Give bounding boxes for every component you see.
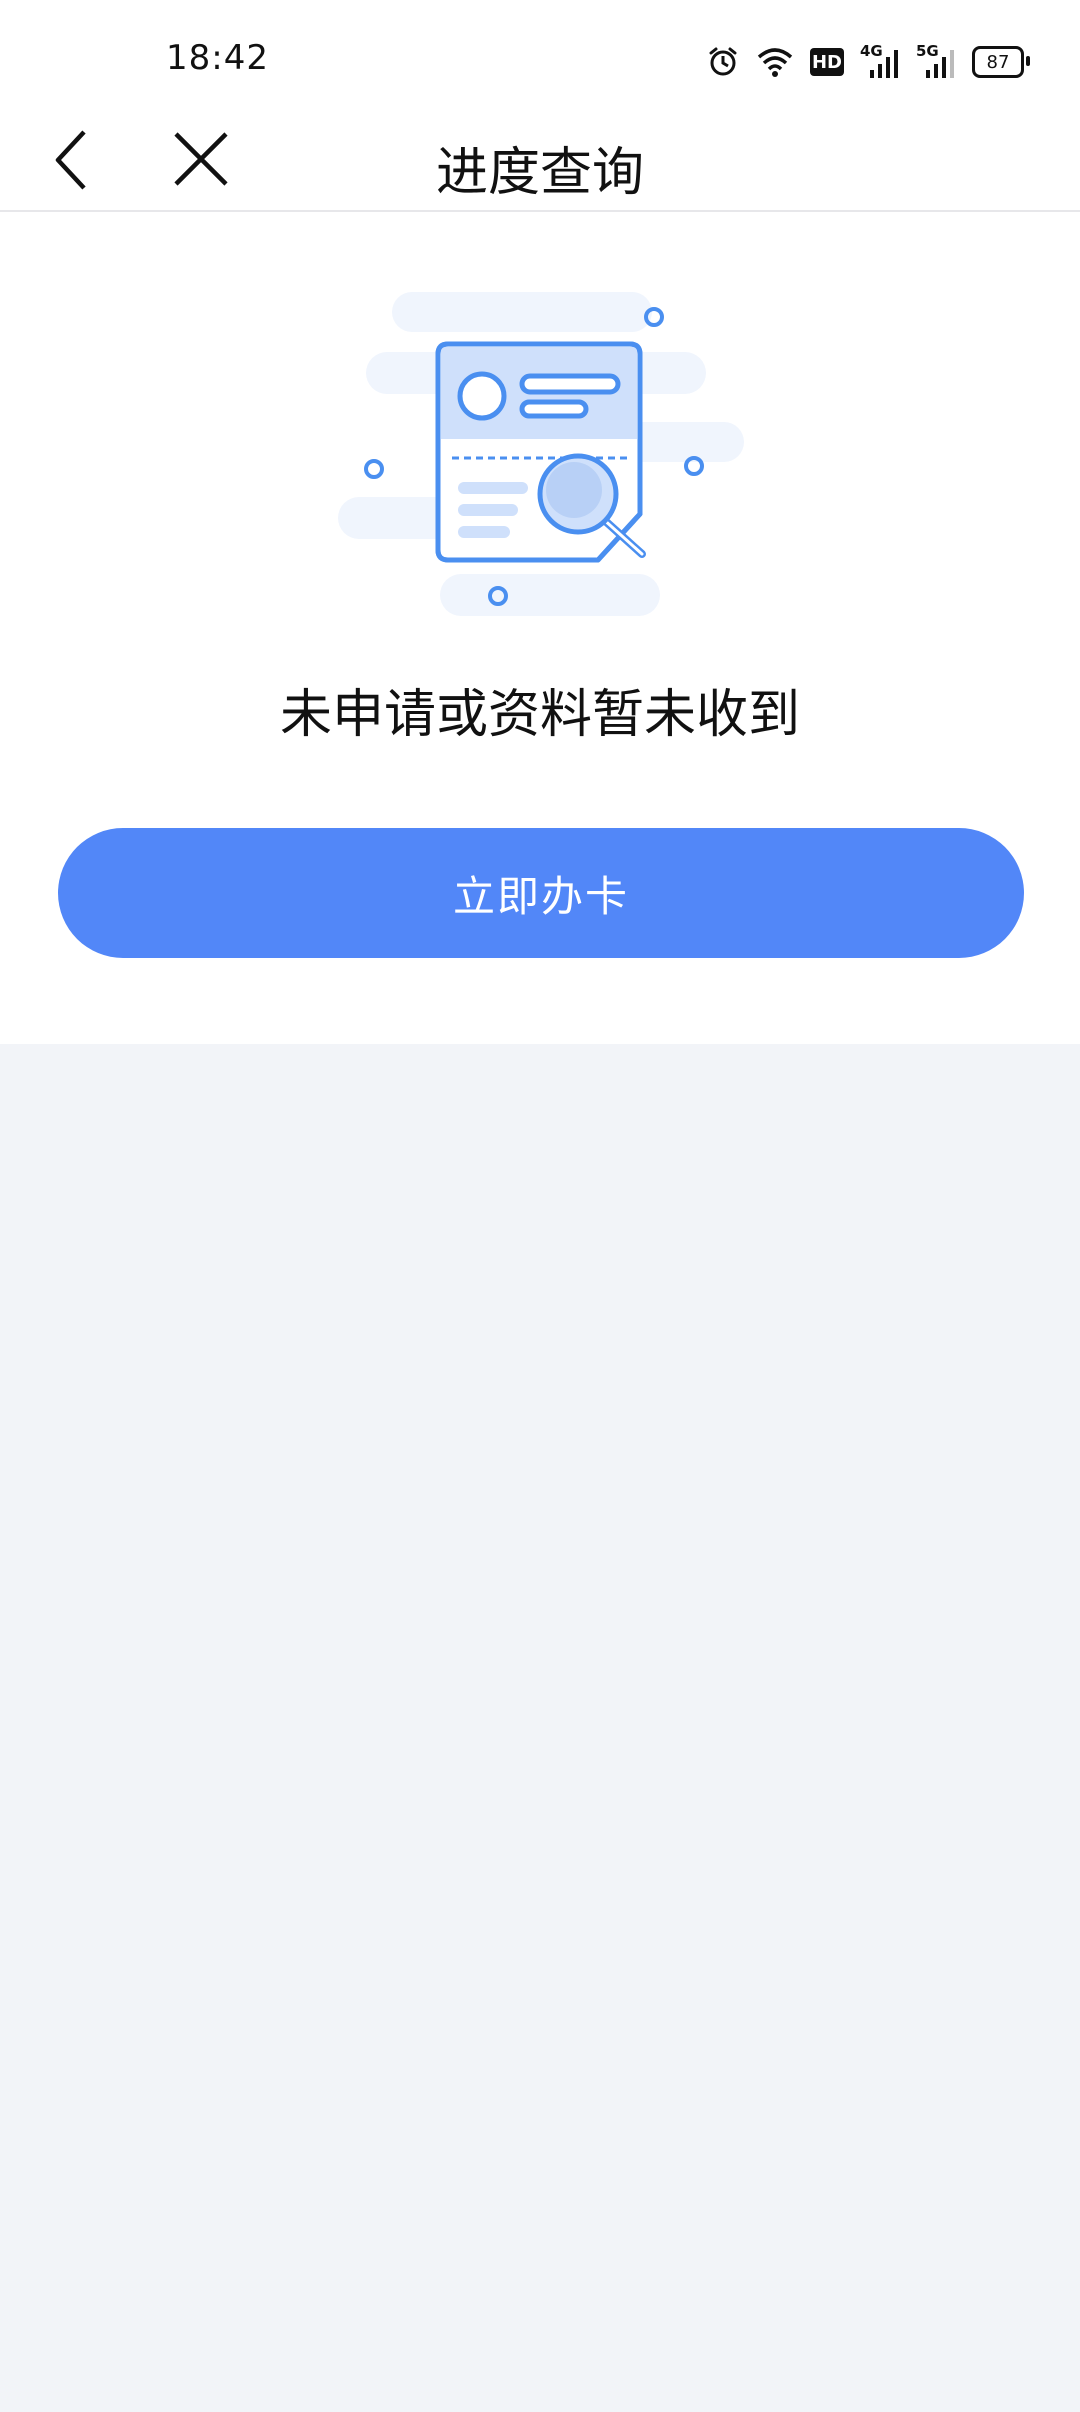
signal-5g-icon: 5G: [916, 42, 956, 80]
wifi-icon: [756, 46, 794, 78]
battery-icon: 87: [972, 46, 1030, 78]
alarm-icon: [706, 45, 740, 79]
document-search-icon: [330, 292, 750, 642]
status-icons: HD 4G 5G 87: [706, 40, 1030, 84]
signal-4g-icon: 4G: [860, 42, 900, 80]
empty-state-message: 未申请或资料暂未收到: [279, 685, 800, 745]
nav-bar: 进度查询: [0, 110, 1080, 212]
apply-card-button[interactable]: 立即办卡: [58, 828, 1024, 958]
status-time: 18:42: [166, 38, 269, 78]
page-title: 进度查询: [435, 143, 644, 203]
hd-icon: HD: [810, 48, 844, 76]
content-card: 未申请或资料暂未收到 立即办卡: [0, 212, 1080, 1044]
status-bar: 18:42 HD 4G 5G 87: [0, 0, 1080, 110]
